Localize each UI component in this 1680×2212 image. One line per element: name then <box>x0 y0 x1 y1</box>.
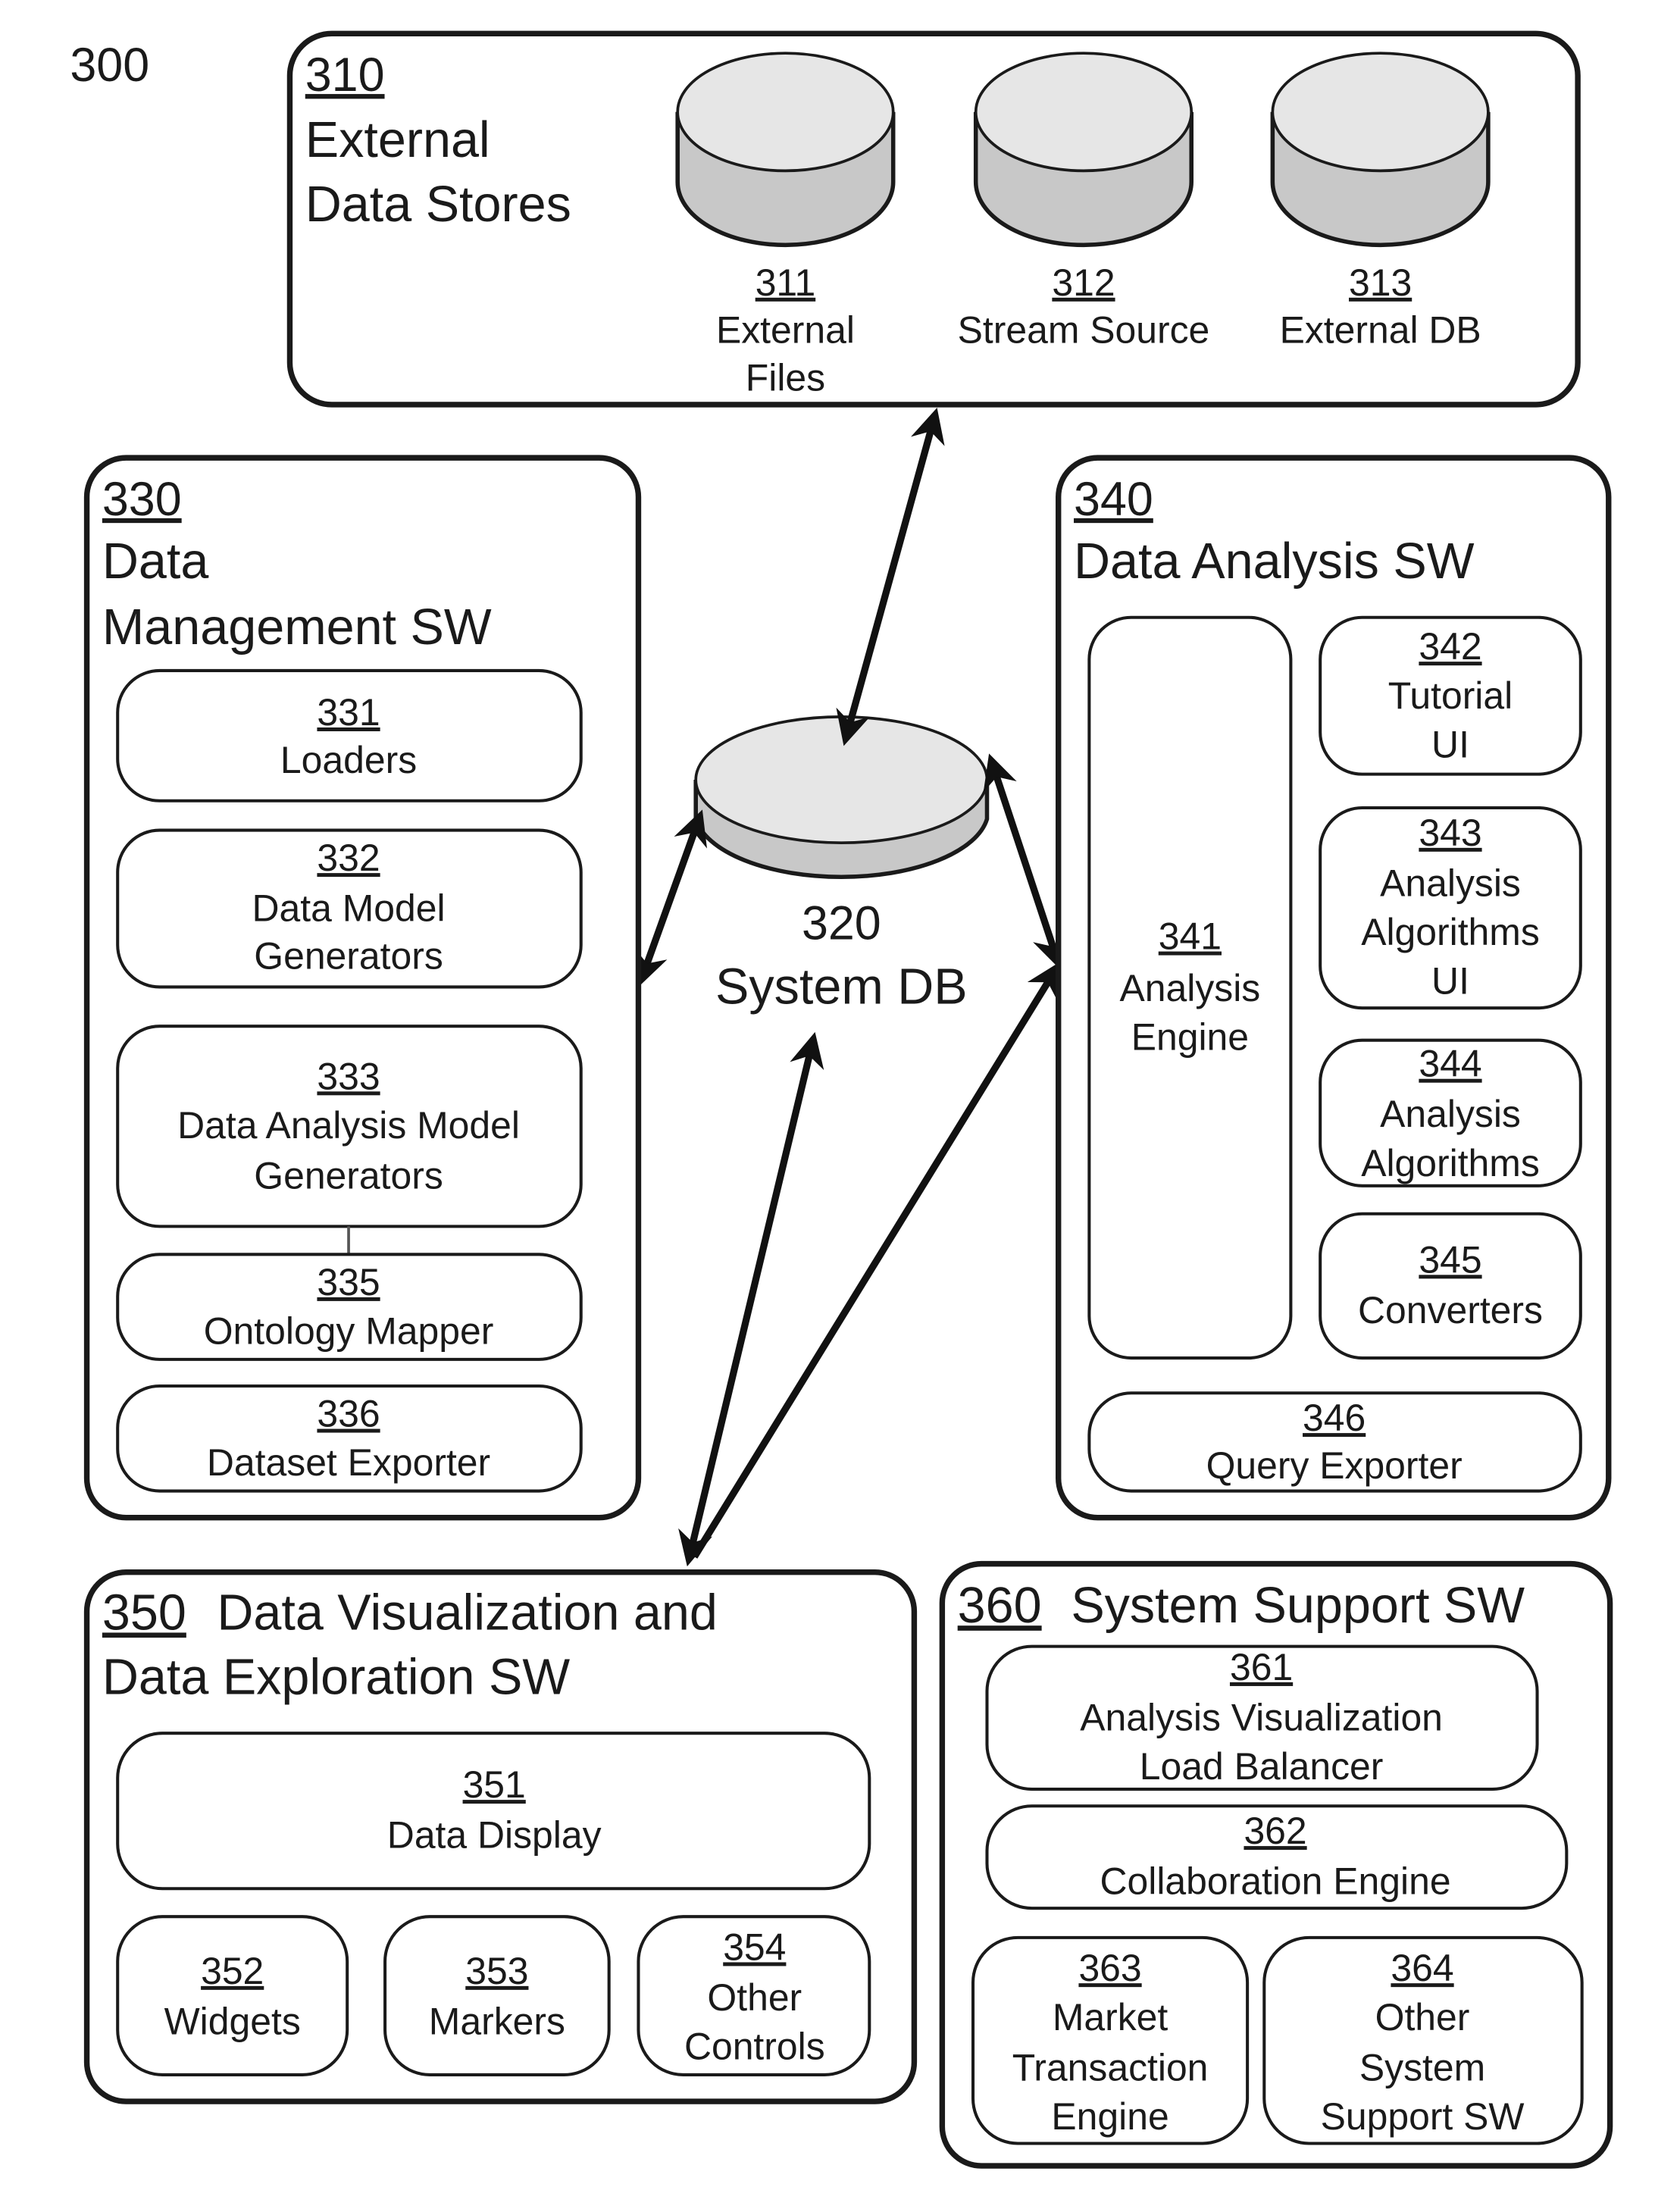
data-analysis-model-generators-label-1: Data Analysis Model <box>177 1104 520 1147</box>
arrow-system-db-to-data-analysis <box>983 753 1067 970</box>
system-db-label: System DB <box>715 959 968 1015</box>
load-balancer-label-1: Analysis Visualization <box>1080 1696 1443 1738</box>
loaders-number: 331 <box>317 691 380 734</box>
arrow-data-management-to-system-db <box>634 809 708 987</box>
analysis-algorithms-ui-label-2: Algorithms <box>1361 911 1540 953</box>
analysis-algorithms-ui-label-3: UI <box>1431 960 1469 1003</box>
system-support-number: 360 <box>958 1578 1042 1634</box>
analysis-algorithms-label-2: Algorithms <box>1361 1142 1540 1184</box>
analysis-algorithms-label-1: Analysis <box>1380 1093 1521 1135</box>
widgets-number: 352 <box>201 1950 264 1992</box>
data-display-number: 351 <box>463 1763 526 1806</box>
other-system-support-label-1: Other <box>1375 1996 1470 2038</box>
markers-number: 353 <box>465 1950 528 1992</box>
data-management-number: 330 <box>102 473 182 526</box>
figure-label: 300 <box>70 39 149 92</box>
other-controls-label-2: Controls <box>684 2026 825 2068</box>
stream-source-label: Stream Source <box>958 309 1210 352</box>
system-support-title: System Support SW <box>1071 1578 1525 1634</box>
other-system-support-label-2: System <box>1359 2046 1485 2088</box>
widgets-box <box>116 1915 349 2076</box>
external-data-stores-title-1: External <box>305 112 490 168</box>
market-transaction-engine-number: 363 <box>1078 1947 1141 1989</box>
data-visualization-title-1: Data Visualization and <box>217 1585 718 1641</box>
external-data-stores-group: 310 External Data Stores 311 External Fi… <box>286 30 1581 408</box>
dataset-exporter-number: 336 <box>317 1393 380 1435</box>
analysis-engine-label-2: Engine <box>1131 1016 1249 1059</box>
market-transaction-engine-label-2: Transaction <box>1012 2046 1209 2088</box>
tutorial-ui-number: 342 <box>1419 625 1481 668</box>
converters-number: 345 <box>1419 1238 1481 1281</box>
analysis-algorithms-ui-number: 343 <box>1419 812 1481 854</box>
data-model-generators-label-2: Generators <box>254 934 443 977</box>
tutorial-ui-label-2: UI <box>1431 723 1469 765</box>
external-db-number: 313 <box>1349 261 1412 304</box>
database-icon <box>1270 52 1491 248</box>
other-system-support-number: 364 <box>1391 1947 1453 1989</box>
data-display-box <box>116 1732 871 1891</box>
external-files-number: 311 <box>756 261 816 304</box>
data-visualization-group: 350 Data Visualization and Data Explorat… <box>83 1569 918 2104</box>
external-files-label-1: External <box>716 309 855 352</box>
external-db-label: External DB <box>1280 309 1481 352</box>
arrow-external-to-system-db <box>836 407 945 746</box>
database-icon <box>675 52 896 248</box>
data-model-generators-label-1: Data Model <box>252 887 446 930</box>
external-data-stores-title-2: Data Stores <box>305 177 571 233</box>
analysis-engine-number: 341 <box>1159 915 1222 958</box>
architecture-diagram: 300 310 External Data Stores 311 Externa… <box>70 30 1613 2169</box>
data-analysis-group: 340 Data Analysis SW 341 Analysis Engine… <box>1056 455 1612 1521</box>
data-analysis-model-generators-number: 333 <box>317 1055 380 1097</box>
data-analysis-model-generators-label-2: Generators <box>254 1155 443 1197</box>
data-analysis-number: 340 <box>1074 473 1153 526</box>
load-balancer-label-2: Load Balancer <box>1140 1745 1384 1788</box>
system-support-group: 360 System Support SW 361 Analysis Visua… <box>939 1560 1613 2169</box>
data-model-generators-number: 332 <box>317 837 380 879</box>
query-exporter-label: Query Exporter <box>1206 1444 1463 1487</box>
converters-box <box>1319 1212 1582 1360</box>
data-management-title-2: Management SW <box>102 599 492 655</box>
tutorial-ui-label-1: Tutorial <box>1388 674 1513 717</box>
ontology-mapper-number: 335 <box>317 1261 380 1303</box>
converters-label: Converters <box>1358 1289 1543 1331</box>
data-management-group: 330 Data Management SW 331 Loaders 332 D… <box>83 455 642 1521</box>
query-exporter-number: 346 <box>1303 1397 1366 1439</box>
data-display-label: Data Display <box>387 1814 602 1857</box>
other-controls-label-1: Other <box>707 1976 802 2019</box>
markers-label: Markers <box>429 2000 565 2042</box>
market-transaction-engine-label-3: Engine <box>1051 2095 1168 2138</box>
other-system-support-label-3: Support SW <box>1321 2095 1525 2138</box>
collaboration-engine-number: 362 <box>1244 1810 1306 1852</box>
load-balancer-number: 361 <box>1230 1646 1293 1688</box>
other-controls-number: 354 <box>723 1926 786 1968</box>
markers-box <box>383 1915 611 2076</box>
analysis-algorithms-number: 344 <box>1419 1043 1481 1085</box>
arrow-visualization-to-system-db <box>678 1031 824 1567</box>
loaders-box <box>116 668 583 803</box>
analysis-algorithms-ui-label-1: Analysis <box>1380 862 1521 904</box>
data-management-title-1: Data <box>102 533 208 590</box>
data-visualization-number: 350 <box>102 1585 186 1641</box>
system-db-number: 320 <box>802 897 881 950</box>
data-analysis-title: Data Analysis SW <box>1074 533 1475 590</box>
stream-source-number: 312 <box>1052 261 1115 304</box>
widgets-label: Widgets <box>164 2000 301 2042</box>
external-files-label-2: Files <box>746 356 825 399</box>
ontology-mapper-label: Ontology Mapper <box>204 1310 494 1353</box>
external-data-stores-number: 310 <box>305 48 385 102</box>
system-db: 320 System DB <box>693 715 990 1015</box>
market-transaction-engine-label-1: Market <box>1053 1996 1168 2038</box>
data-visualization-title-2: Data Exploration SW <box>102 1649 570 1705</box>
loaders-label: Loaders <box>280 739 417 781</box>
dataset-exporter-label: Dataset Exporter <box>207 1441 490 1484</box>
analysis-engine-label-1: Analysis <box>1120 967 1261 1009</box>
arrow-visualization-to-data-analysis <box>691 961 1061 1559</box>
database-icon <box>973 52 1194 248</box>
collaboration-engine-label: Collaboration Engine <box>1100 1860 1451 1903</box>
